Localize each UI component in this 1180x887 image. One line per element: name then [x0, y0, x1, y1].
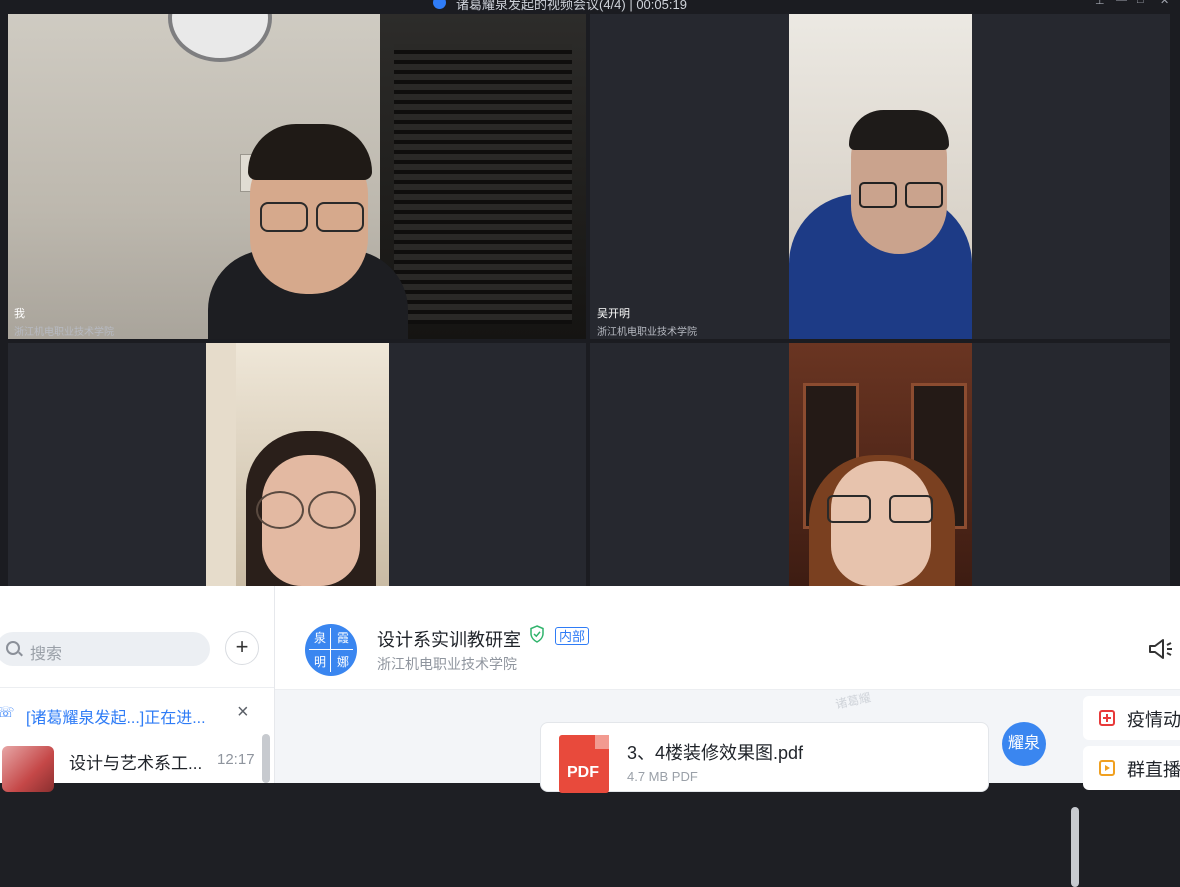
chat-main: 泉 霞 明 娜 设计系实训教研室 内部 浙江机电职业技术学院 诸葛耀 PDF 3… [275, 586, 1180, 887]
group-avatar[interactable]: 泉 霞 明 娜 [305, 624, 357, 676]
video-tile-3[interactable] [8, 343, 586, 586]
participant-video-wukaiming [789, 14, 972, 339]
live-label: 群直播 [1127, 760, 1180, 780]
search-icon [6, 641, 20, 655]
verified-shield-icon [529, 625, 545, 643]
window-title: 诸葛耀泉发起的视频会议(4/4) | 00:05:19 [456, 0, 687, 12]
participant-name: 吴开明 [597, 308, 630, 320]
right-panel: 疫情动 群直播 [1080, 690, 1180, 790]
search-input[interactable]: 搜索 [0, 632, 210, 666]
live-icon [1099, 760, 1115, 776]
title-bar: 诸葛耀泉发起的视频会议(4/4) | 00:05:19 ⊥ — □ ✕ [0, 0, 1180, 12]
close-icon[interactable]: × [237, 701, 249, 724]
sidebar-scrollbar[interactable] [262, 734, 270, 783]
file-message-card[interactable]: PDF 3、4楼装修效果图.pdf 4.7 MB PDF [540, 722, 989, 793]
file-name: 3、4楼装修效果图.pdf [627, 743, 804, 763]
minimize-icon[interactable]: — [1116, 0, 1127, 6]
epidemic-item[interactable]: 疫情动 [1083, 696, 1180, 740]
meeting-in-progress-banner[interactable]: ☏ [诸葛耀泉发起...]正在进... × [0, 687, 274, 738]
maximize-icon[interactable]: □ [1137, 0, 1144, 6]
conversation-time: 12:17 [217, 751, 255, 768]
participant-video-3 [206, 343, 389, 586]
participant-video-4 [789, 343, 972, 586]
group-name[interactable]: 设计系实训教研室 [377, 626, 521, 652]
phone-icon: ☏ [0, 704, 15, 720]
group-header: 泉 霞 明 娜 设计系实训教研室 内部 浙江机电职业技术学院 [275, 586, 1180, 690]
lock-icon [433, 0, 446, 9]
live-item[interactable]: 群直播 [1083, 746, 1180, 790]
sidebar: 搜索 + ☏ [诸葛耀泉发起...]正在进... × 设计与艺术系工... 12… [0, 586, 275, 792]
avatar [2, 746, 54, 792]
group-organization: 浙江机电职业技术学院 [377, 656, 517, 672]
message-scrollbar[interactable] [1071, 807, 1079, 887]
video-tile-me[interactable]: 我 浙江机电职业技术学院 [8, 14, 586, 339]
video-tile-wukaiming[interactable]: 吴开明 浙江机电职业技术学院 [590, 14, 1170, 339]
message-area: 诸葛耀 PDF 3、4楼装修效果图.pdf 4.7 MB PDF 耀泉 [275, 690, 1080, 887]
conversation-item[interactable]: 设计与艺术系工... 12:17 [0, 737, 274, 792]
participant-org: 浙江机电职业技术学院 [597, 327, 697, 338]
pin-icon[interactable]: ⊥ [1095, 0, 1105, 7]
close-icon[interactable]: ✕ [1160, 0, 1169, 7]
participant-name: 我 [14, 308, 25, 320]
sender-avatar[interactable]: 耀泉 [1002, 722, 1046, 766]
pdf-file-icon: PDF [559, 735, 609, 793]
window-blind [394, 44, 572, 324]
epidemic-label: 疫情动 [1127, 710, 1180, 730]
conversation-name: 设计与艺术系工... [69, 754, 203, 773]
internal-tag: 内部 [555, 627, 590, 645]
epidemic-icon [1099, 710, 1115, 726]
video-tile-4[interactable] [590, 343, 1170, 586]
add-button[interactable]: + [225, 631, 259, 665]
participant-org: 浙江机电职业技术学院 [14, 327, 114, 338]
search-placeholder: 搜索 [30, 646, 63, 663]
avatar-char: 霞 [336, 631, 349, 645]
chat-app: 搜索 + ☏ [诸葛耀泉发起...]正在进... × 设计与艺术系工... 12… [0, 586, 1180, 887]
meeting-notice-text: [诸葛耀泉发起...]正在进... [26, 710, 206, 727]
announcement-icon[interactable] [1147, 636, 1173, 662]
file-type-label: PDF [567, 764, 599, 781]
participant-video-me [208, 124, 408, 339]
avatar-char: 娜 [336, 655, 349, 669]
video-conference-window: 诸葛耀泉发起的视频会议(4/4) | 00:05:19 ⊥ — □ ✕ 我 浙江… [0, 0, 1180, 586]
watermark: 诸葛耀 [834, 690, 873, 712]
file-meta: 4.7 MB PDF [627, 769, 698, 784]
